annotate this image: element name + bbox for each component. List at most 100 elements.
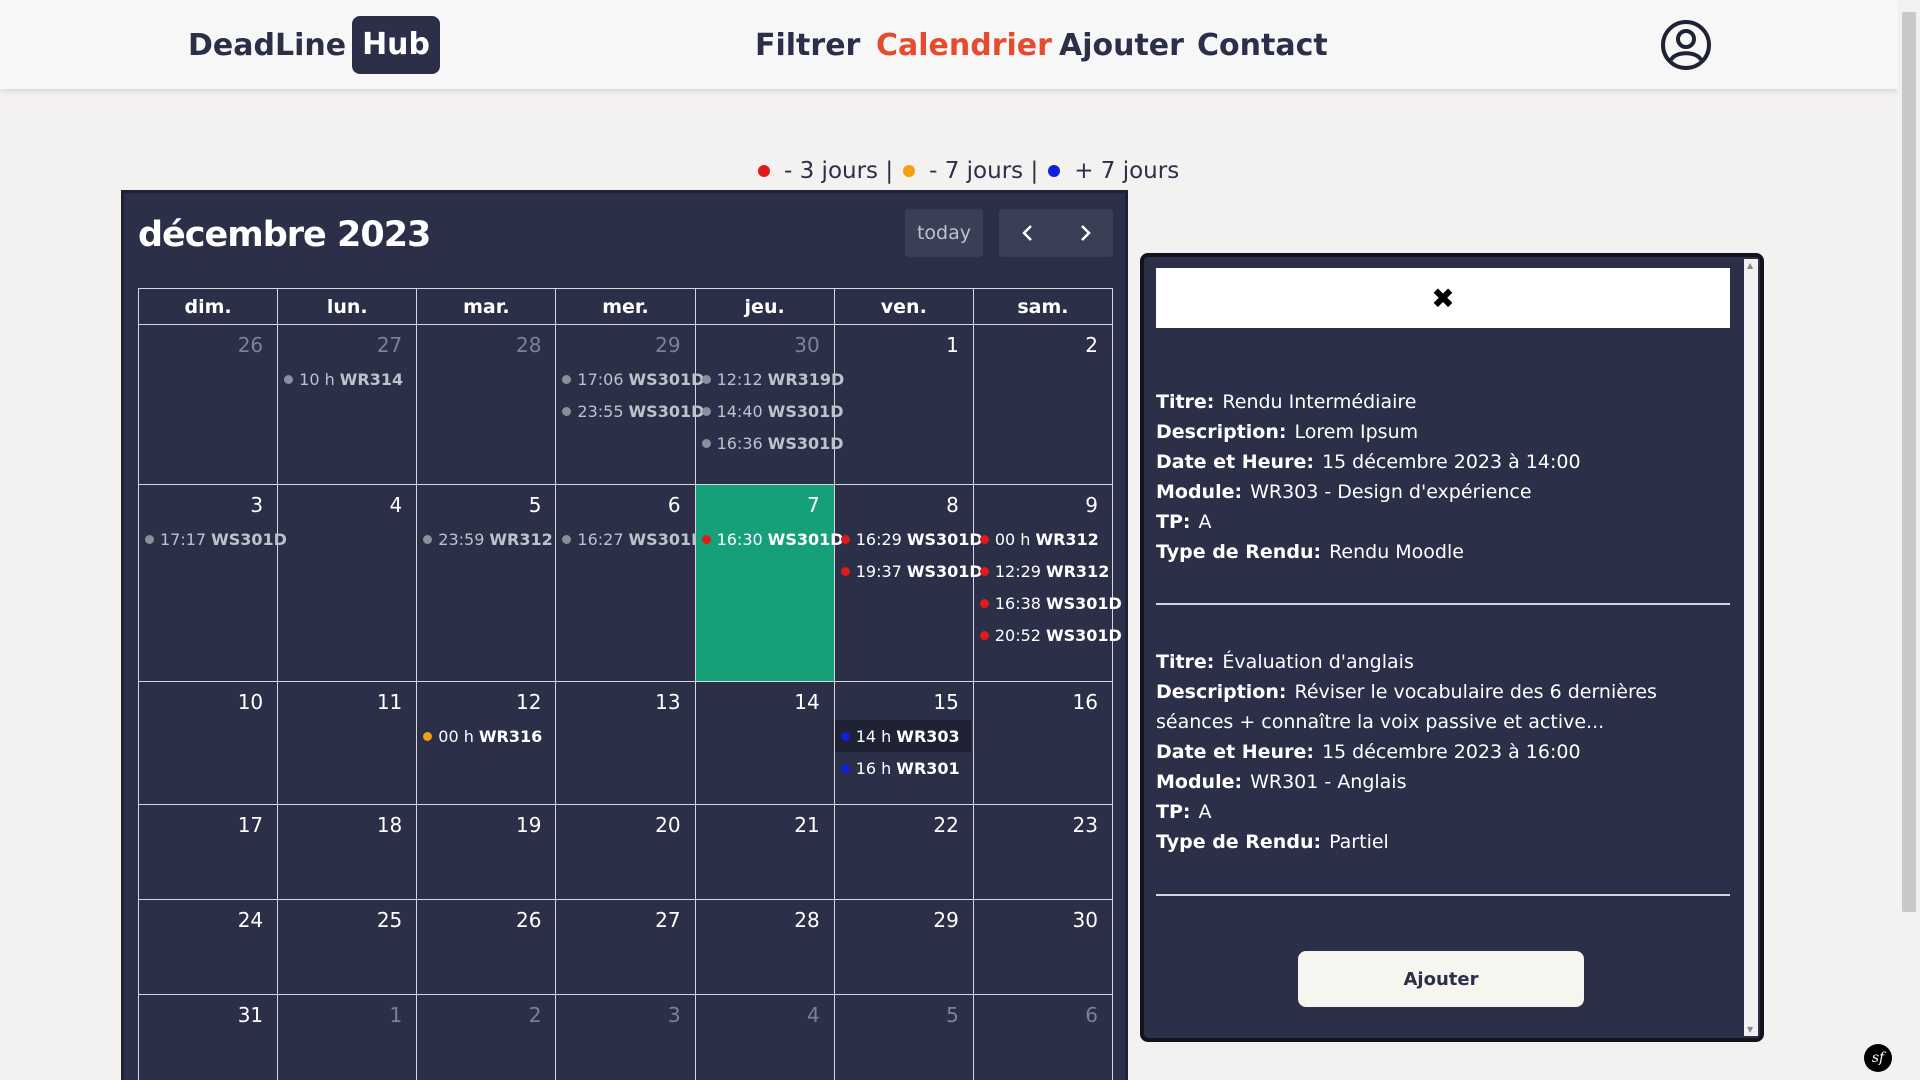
scrollbar-thumb[interactable]	[1902, 12, 1916, 912]
day-number[interactable]: 5	[835, 995, 973, 1033]
nav-filtrer[interactable]: Filtrer	[755, 28, 860, 63]
calendar-day-cell[interactable]: 26	[416, 899, 557, 995]
calendar-event[interactable]: 00 h WR312	[974, 523, 1112, 555]
day-number[interactable]: 27	[556, 900, 694, 938]
day-number[interactable]: 29	[835, 900, 973, 938]
day-number[interactable]: 23	[974, 805, 1112, 843]
calendar-day-cell[interactable]: 31	[137, 994, 279, 1080]
calendar-event[interactable]: 16:27 WS301D	[556, 523, 704, 555]
calendar-event[interactable]: 16:36 WS301D	[696, 427, 844, 459]
calendar-event[interactable]: 17:06 WS301D	[556, 363, 704, 395]
calendar-day-cell[interactable]: 11	[277, 681, 418, 805]
day-number[interactable]: 18	[278, 805, 416, 843]
calendar-day-cell[interactable]: 6 16:27 WS301D	[555, 484, 704, 682]
calendar-day-cell[interactable]: 5 23:59 WR312	[416, 484, 557, 682]
calendar-day-cell[interactable]: 2	[416, 994, 557, 1080]
calendar-day-cell[interactable]: 17	[137, 804, 279, 900]
calendar-event[interactable]: 19:37 WS301D	[835, 555, 983, 587]
calendar-day-cell[interactable]: 29	[833, 899, 974, 995]
calendar-event[interactable]: 00 h WR316	[417, 720, 555, 752]
calendar-event[interactable]: 23:59 WR312	[417, 523, 555, 555]
day-number[interactable]: 28	[696, 900, 834, 938]
day-number[interactable]: 27	[278, 325, 416, 363]
today-button[interactable]: today	[905, 209, 983, 257]
day-number[interactable]: 20	[556, 805, 694, 843]
day-number[interactable]: 8	[835, 485, 973, 523]
scroll-down-icon[interactable]: ▼	[1747, 1025, 1753, 1034]
day-number[interactable]: 22	[835, 805, 973, 843]
calendar-event[interactable]: 20:52 WS301D	[974, 619, 1122, 651]
day-number[interactable]: 24	[139, 900, 277, 938]
calendar-day-cell[interactable]: 29 17:06 WS301D 23:55 WS301D	[555, 324, 704, 485]
day-number[interactable]: 16	[974, 682, 1112, 720]
chevron-right-icon[interactable]	[1056, 209, 1113, 257]
day-number[interactable]: 11	[278, 682, 416, 720]
calendar-day-cell[interactable]: 10	[137, 681, 279, 805]
calendar-day-cell[interactable]: 2	[972, 324, 1114, 485]
add-button[interactable]: Ajouter	[1298, 951, 1584, 1007]
calendar-day-cell[interactable]: 8 16:29 WS301D 19:37 WS301D	[833, 484, 983, 682]
calendar-day-cell[interactable]: 3 17:17 WS301D	[137, 484, 287, 682]
close-button[interactable]: ✖	[1156, 268, 1730, 328]
day-number[interactable]: 5	[417, 485, 555, 523]
page-scrollbar[interactable]	[1898, 0, 1920, 1080]
logo[interactable]: DeadLine Hub	[188, 16, 441, 74]
day-number[interactable]: 14	[696, 682, 834, 720]
calendar-day-cell[interactable]: 22	[833, 804, 974, 900]
calendar-day-cell[interactable]: 25	[277, 899, 418, 995]
day-number[interactable]: 6	[974, 995, 1112, 1033]
calendar-event[interactable]: 17:17 WS301D	[139, 523, 287, 555]
day-number[interactable]: 4	[696, 995, 834, 1033]
panel-scrollbar[interactable]: ▲ ▼	[1744, 259, 1758, 1036]
day-number[interactable]: 31	[139, 995, 277, 1033]
calendar-day-cell[interactable]: 28	[416, 324, 557, 485]
day-number[interactable]: 21	[696, 805, 834, 843]
calendar-event[interactable]: 12:12 WR319D	[696, 363, 844, 395]
day-number[interactable]: 28	[417, 325, 555, 363]
calendar-event[interactable]: 16 h WR301	[835, 752, 973, 784]
calendar-day-cell[interactable]: 7 16:30 WS301D	[694, 484, 844, 682]
calendar-day-cell[interactable]: 6	[972, 994, 1114, 1080]
day-number[interactable]: 30	[696, 325, 834, 363]
calendar-day-cell[interactable]: 27 10 h WR314	[277, 324, 418, 485]
calendar-day-cell[interactable]: 26	[137, 324, 279, 485]
user-circle-icon[interactable]	[1660, 19, 1712, 71]
symfony-logo-icon[interactable]: sf	[1864, 1044, 1892, 1072]
scroll-up-icon[interactable]: ▲	[1747, 261, 1753, 270]
chevron-left-icon[interactable]	[999, 209, 1056, 257]
day-number[interactable]: 30	[974, 900, 1112, 938]
day-number[interactable]: 19	[417, 805, 555, 843]
calendar-day-cell[interactable]: 30 12:12 WR319D 14:40 WS301D 16:36 WS301D	[694, 324, 844, 485]
calendar-day-cell[interactable]: 16	[972, 681, 1114, 805]
calendar-day-cell[interactable]: 1	[277, 994, 418, 1080]
calendar-day-cell[interactable]: 27	[555, 899, 696, 995]
day-number[interactable]: 17	[139, 805, 277, 843]
calendar-day-cell[interactable]: 4	[277, 484, 418, 682]
calendar-event[interactable]: 14 h WR303	[834, 720, 971, 752]
calendar-event[interactable]: 23:55 WS301D	[556, 395, 704, 427]
calendar-day-cell[interactable]: 24	[137, 899, 279, 995]
calendar-day-cell[interactable]: 4	[694, 994, 835, 1080]
calendar-day-cell[interactable]: 1	[833, 324, 974, 485]
day-number[interactable]: 13	[556, 682, 694, 720]
day-number[interactable]: 9	[974, 485, 1112, 523]
calendar-event[interactable]: 16:38 WS301D	[974, 587, 1122, 619]
calendar-day-cell[interactable]: 23	[972, 804, 1114, 900]
nav-calendrier[interactable]: Calendrier	[876, 28, 1052, 63]
day-number[interactable]: 7	[696, 485, 834, 523]
day-number[interactable]: 10	[139, 682, 277, 720]
day-number[interactable]: 26	[139, 325, 277, 363]
day-number[interactable]: 15	[835, 682, 973, 720]
calendar-event[interactable]: 14:40 WS301D	[696, 395, 844, 427]
calendar-day-cell[interactable]: 28	[694, 899, 835, 995]
calendar-event[interactable]: 12:29 WR312	[974, 555, 1112, 587]
calendar-day-cell[interactable]: 15 14 h WR303 16 h WR301	[833, 681, 974, 805]
calendar-day-cell[interactable]: 9 00 h WR312 12:29 WR312 16:38 WS301D 20:52 WS30…	[972, 484, 1122, 682]
day-number[interactable]: 25	[278, 900, 416, 938]
day-number[interactable]: 4	[278, 485, 416, 523]
day-number[interactable]: 3	[139, 485, 277, 523]
day-number[interactable]: 1	[278, 995, 416, 1033]
calendar-event[interactable]: 10 h WR314	[278, 363, 416, 395]
calendar-day-cell[interactable]: 19	[416, 804, 557, 900]
day-number[interactable]: 2	[417, 995, 555, 1033]
